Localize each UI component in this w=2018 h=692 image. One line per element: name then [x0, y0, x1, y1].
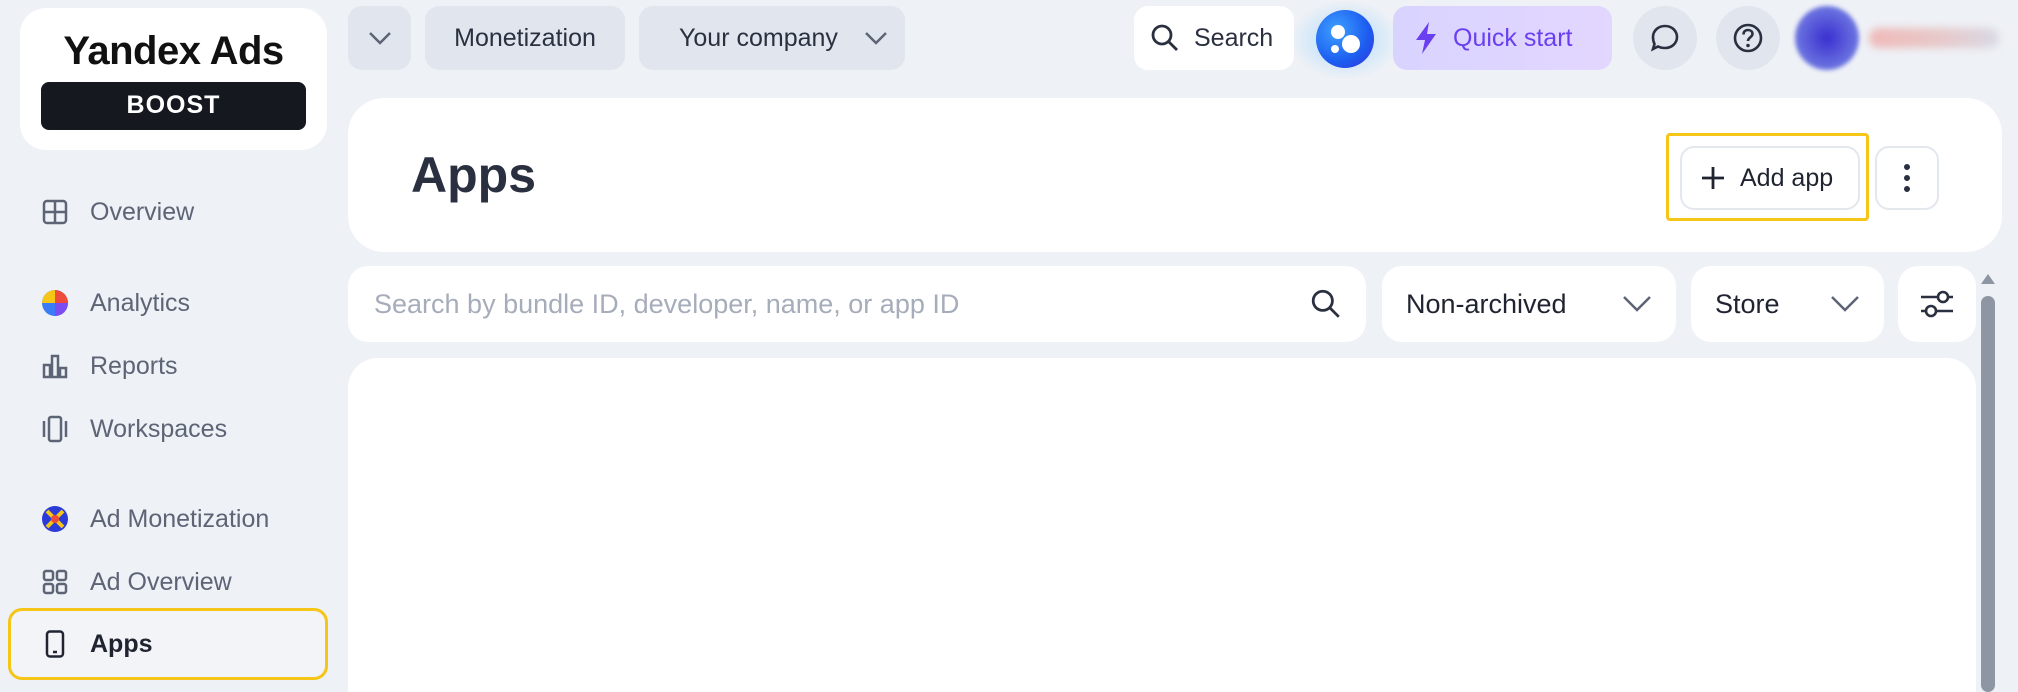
search-icon — [1151, 24, 1178, 51]
sidebar-item-apps[interactable]: Apps — [8, 608, 328, 680]
company-label: Your company — [679, 23, 838, 52]
chevron-down-icon — [368, 32, 391, 45]
user-name-blurred — [1869, 28, 1999, 48]
phone-icon — [40, 629, 70, 659]
vertical-dots-icon — [1904, 164, 1910, 192]
store-select[interactable]: Store — [1691, 266, 1884, 342]
sidebar-item-label: Overview — [90, 197, 195, 226]
chevron-down-icon — [865, 32, 887, 45]
chevron-down-icon — [1831, 296, 1859, 312]
scroll-up-arrow[interactable] — [1981, 274, 1995, 284]
sidebar-item-label: Apps — [90, 629, 153, 658]
grid-icon — [40, 197, 70, 227]
chevron-down-icon — [1623, 296, 1651, 312]
chat-icon — [1650, 24, 1679, 52]
scrollbar-thumb[interactable] — [1981, 296, 1995, 692]
sidebar-item-label: Workspaces — [90, 414, 228, 443]
assistant-icon — [1331, 25, 1360, 53]
sidebar-item-label: Ad Overview — [90, 567, 232, 596]
sidebar-item-label: Analytics — [90, 288, 191, 317]
bar-chart-icon — [40, 351, 70, 381]
analytics-icon — [40, 288, 70, 318]
ad-monetization-icon — [40, 504, 70, 534]
user-menu[interactable] — [1795, 6, 2005, 70]
sidebar-item-reports[interactable]: Reports — [8, 336, 328, 396]
search-label: Search — [1194, 23, 1274, 52]
monetization-label: Monetization — [454, 23, 596, 52]
plus-icon — [1702, 167, 1724, 189]
search-button[interactable]: Search — [1134, 6, 1294, 70]
sidebar-item-overview[interactable]: Overview — [8, 182, 328, 242]
brand-badge: BOOST — [41, 81, 306, 130]
sliders-icon — [1921, 290, 1953, 318]
sidebar-item-ad-monetization[interactable]: Ad Monetization — [8, 489, 328, 549]
archive-status-value: Non-archived — [1406, 288, 1567, 319]
assistant-button[interactable] — [1316, 10, 1374, 68]
company-selector[interactable]: Your company — [639, 6, 905, 70]
brand-title: Yandex Ads — [63, 28, 284, 73]
quick-start-label: Quick start — [1453, 23, 1573, 52]
apps-list-area — [348, 358, 1976, 692]
sidebar-item-label: Reports — [90, 351, 178, 380]
sidebar-item-ad-overview[interactable]: Ad Overview — [8, 552, 328, 612]
help-icon — [1733, 23, 1763, 53]
store-value: Store — [1715, 288, 1780, 319]
logo-card[interactable]: Yandex Ads BOOST — [20, 8, 327, 150]
filter-settings-button[interactable] — [1898, 266, 1976, 342]
collapse-dropdown-button[interactable] — [348, 6, 411, 70]
help-button[interactable] — [1716, 6, 1780, 70]
four-squares-icon — [40, 567, 70, 597]
sidebar-item-workspaces[interactable]: Workspaces — [8, 399, 328, 459]
sidebar-item-analytics[interactable]: Analytics — [8, 273, 328, 333]
monetization-button[interactable]: Monetization — [425, 6, 625, 70]
add-app-button[interactable]: Add app — [1680, 146, 1860, 210]
more-options-button[interactable] — [1875, 146, 1939, 210]
workspaces-icon — [40, 414, 70, 444]
app-search-input[interactable] — [372, 287, 1276, 321]
page-title: Apps — [411, 147, 536, 203]
add-app-label: Add app — [1740, 163, 1834, 192]
quick-start-button[interactable]: Quick start — [1393, 6, 1612, 70]
lightning-icon — [1416, 22, 1436, 54]
search-icon[interactable] — [1310, 288, 1342, 320]
sidebar-item-label: Ad Monetization — [90, 504, 270, 533]
archive-status-select[interactable]: Non-archived — [1382, 266, 1676, 342]
messages-button[interactable] — [1633, 6, 1697, 70]
app-search-field[interactable] — [348, 266, 1366, 342]
avatar — [1795, 6, 1859, 70]
